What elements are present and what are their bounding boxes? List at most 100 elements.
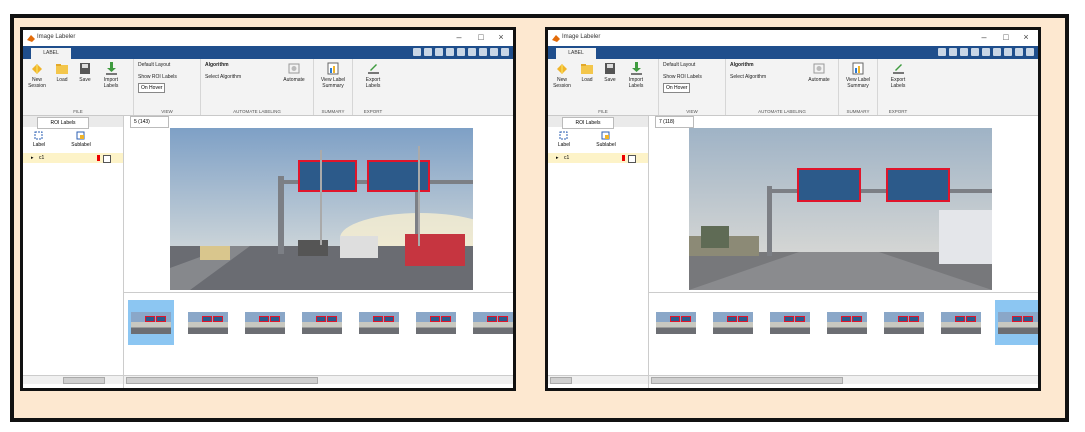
- help-icon[interactable]: [501, 48, 509, 56]
- panel-scrollbar[interactable]: [23, 375, 123, 384]
- roi-label-name: c1: [564, 155, 570, 161]
- minimize-button[interactable]: –: [974, 31, 994, 43]
- roi-label-display-dropdown[interactable]: On Hover: [663, 83, 691, 93]
- sign-mark: [852, 316, 862, 322]
- road-image[interactable]: [689, 128, 992, 290]
- export-icon: [893, 64, 904, 74]
- qat-icon[interactable]: [960, 48, 968, 56]
- thumbnail[interactable]: [128, 300, 174, 345]
- qat-icon[interactable]: [457, 48, 465, 56]
- thumbnail[interactable]: [938, 300, 984, 345]
- sign-mark: [259, 316, 269, 322]
- tab-label[interactable]: LABEL: [31, 48, 71, 59]
- roi-label-display-dropdown[interactable]: On Hover: [138, 83, 166, 93]
- quick-access-toolbar: [389, 48, 509, 57]
- save-button[interactable]: Save: [598, 62, 622, 83]
- thumbnail-picture: [359, 312, 399, 334]
- load-button[interactable]: Load: [50, 62, 74, 83]
- thumbnail[interactable]: [185, 300, 231, 345]
- roi-label-row[interactable]: ▸ c1: [548, 153, 648, 163]
- tab-current-image[interactable]: 5 (143): [130, 116, 169, 128]
- qat-icon[interactable]: [468, 48, 476, 56]
- roi-visibility-checkbox[interactable]: [103, 155, 111, 163]
- thumbnail[interactable]: [824, 300, 870, 345]
- default-layout-button[interactable]: Default Layout: [663, 62, 695, 68]
- roi-label-row[interactable]: ▸ c1: [23, 153, 123, 163]
- view-label-summary-button[interactable]: View Label Summary: [843, 62, 873, 89]
- maximize-button[interactable]: □: [996, 31, 1016, 43]
- scrollbar-thumb[interactable]: [651, 377, 843, 384]
- sublabel-icon: [601, 131, 610, 140]
- roi-visibility-checkbox[interactable]: [628, 155, 636, 163]
- qat-icon[interactable]: [982, 48, 990, 56]
- thumbnail[interactable]: [767, 300, 813, 345]
- export-labels-button[interactable]: Export Labels: [359, 62, 387, 89]
- label-button[interactable]: Label: [25, 131, 53, 148]
- scrollbar-thumb[interactable]: [550, 377, 572, 384]
- load-button[interactable]: Load: [575, 62, 599, 83]
- thumbnail[interactable]: [470, 300, 513, 345]
- image-labeler-window-left: Image Labeler – □ × LABEL New Session Lo…: [20, 27, 516, 391]
- qat-icon[interactable]: [971, 48, 979, 56]
- save-button[interactable]: Save: [73, 62, 97, 83]
- thumbnail[interactable]: [299, 300, 345, 345]
- import-labels-button[interactable]: Import Labels: [624, 62, 648, 89]
- automate-button[interactable]: Automate: [804, 62, 834, 83]
- thumbnail[interactable]: [710, 300, 756, 345]
- sign-mark: [202, 316, 212, 322]
- scrollbar-thumb[interactable]: [63, 377, 105, 384]
- help-icon[interactable]: [1026, 48, 1034, 56]
- qat-icon[interactable]: [479, 48, 487, 56]
- tab-roi-labels[interactable]: ROI Labels: [562, 117, 614, 129]
- thumbnail-scrollbar[interactable]: [124, 375, 513, 384]
- export-labels-button[interactable]: Export Labels: [884, 62, 912, 89]
- qat-icon[interactable]: [993, 48, 1001, 56]
- expand-arrow-icon[interactable]: ▸: [556, 155, 559, 161]
- tab-label[interactable]: LABEL: [556, 48, 596, 59]
- thumbnail[interactable]: [881, 300, 927, 345]
- new-session-button[interactable]: New Session: [25, 62, 49, 89]
- sublabel-button[interactable]: Sublabel: [67, 131, 95, 148]
- panel-scrollbar[interactable]: [548, 375, 648, 384]
- road-image[interactable]: [170, 128, 473, 290]
- qat-icon[interactable]: [413, 48, 421, 56]
- qat-icon[interactable]: [949, 48, 957, 56]
- show-roi-labels-label: Show ROI Labels: [663, 74, 702, 80]
- thumbnail[interactable]: [413, 300, 459, 345]
- qat-icon[interactable]: [938, 48, 946, 56]
- default-layout-button[interactable]: Default Layout: [138, 62, 170, 68]
- thumbnail[interactable]: [995, 300, 1038, 345]
- expand-arrow-icon[interactable]: ▸: [31, 155, 34, 161]
- thumbnail[interactable]: [242, 300, 288, 345]
- qat-icon[interactable]: [424, 48, 432, 56]
- select-algorithm-dropdown[interactable]: Select Algorithm: [730, 74, 766, 80]
- qat-icon[interactable]: [446, 48, 454, 56]
- new-session-icon: [557, 64, 567, 74]
- label-button[interactable]: Label: [550, 131, 578, 148]
- scrollbar-thumb[interactable]: [126, 377, 318, 384]
- qat-icon[interactable]: [1015, 48, 1023, 56]
- thumbnail-scrollbar[interactable]: [649, 375, 1038, 384]
- thumbnail[interactable]: [653, 300, 699, 345]
- new-session-button[interactable]: New Session: [550, 62, 574, 89]
- minimize-button[interactable]: –: [449, 31, 469, 43]
- ribbon: New Session Load Save Import Labels FILE…: [23, 59, 513, 116]
- select-algorithm-dropdown[interactable]: Select Algorithm: [205, 74, 241, 80]
- thumbnail[interactable]: [356, 300, 402, 345]
- roi-box[interactable]: [298, 160, 357, 192]
- import-labels-button[interactable]: Import Labels: [99, 62, 123, 89]
- qat-icon[interactable]: [435, 48, 443, 56]
- qat-icon[interactable]: [1004, 48, 1012, 56]
- close-button[interactable]: ×: [491, 31, 511, 43]
- maximize-button[interactable]: □: [471, 31, 491, 43]
- qat-icon[interactable]: [490, 48, 498, 56]
- tab-current-image[interactable]: 7 (118): [655, 116, 694, 128]
- sublabel-button[interactable]: Sublabel: [592, 131, 620, 148]
- tab-roi-labels[interactable]: ROI Labels: [37, 117, 89, 129]
- roi-box[interactable]: [886, 168, 950, 202]
- close-button[interactable]: ×: [1016, 31, 1036, 43]
- roi-box[interactable]: [797, 168, 861, 202]
- automate-button[interactable]: Automate: [279, 62, 309, 83]
- view-label-summary-button[interactable]: View Label Summary: [318, 62, 348, 89]
- automate-group: Algorithm Select Algorithm Automate AUTO…: [201, 59, 314, 115]
